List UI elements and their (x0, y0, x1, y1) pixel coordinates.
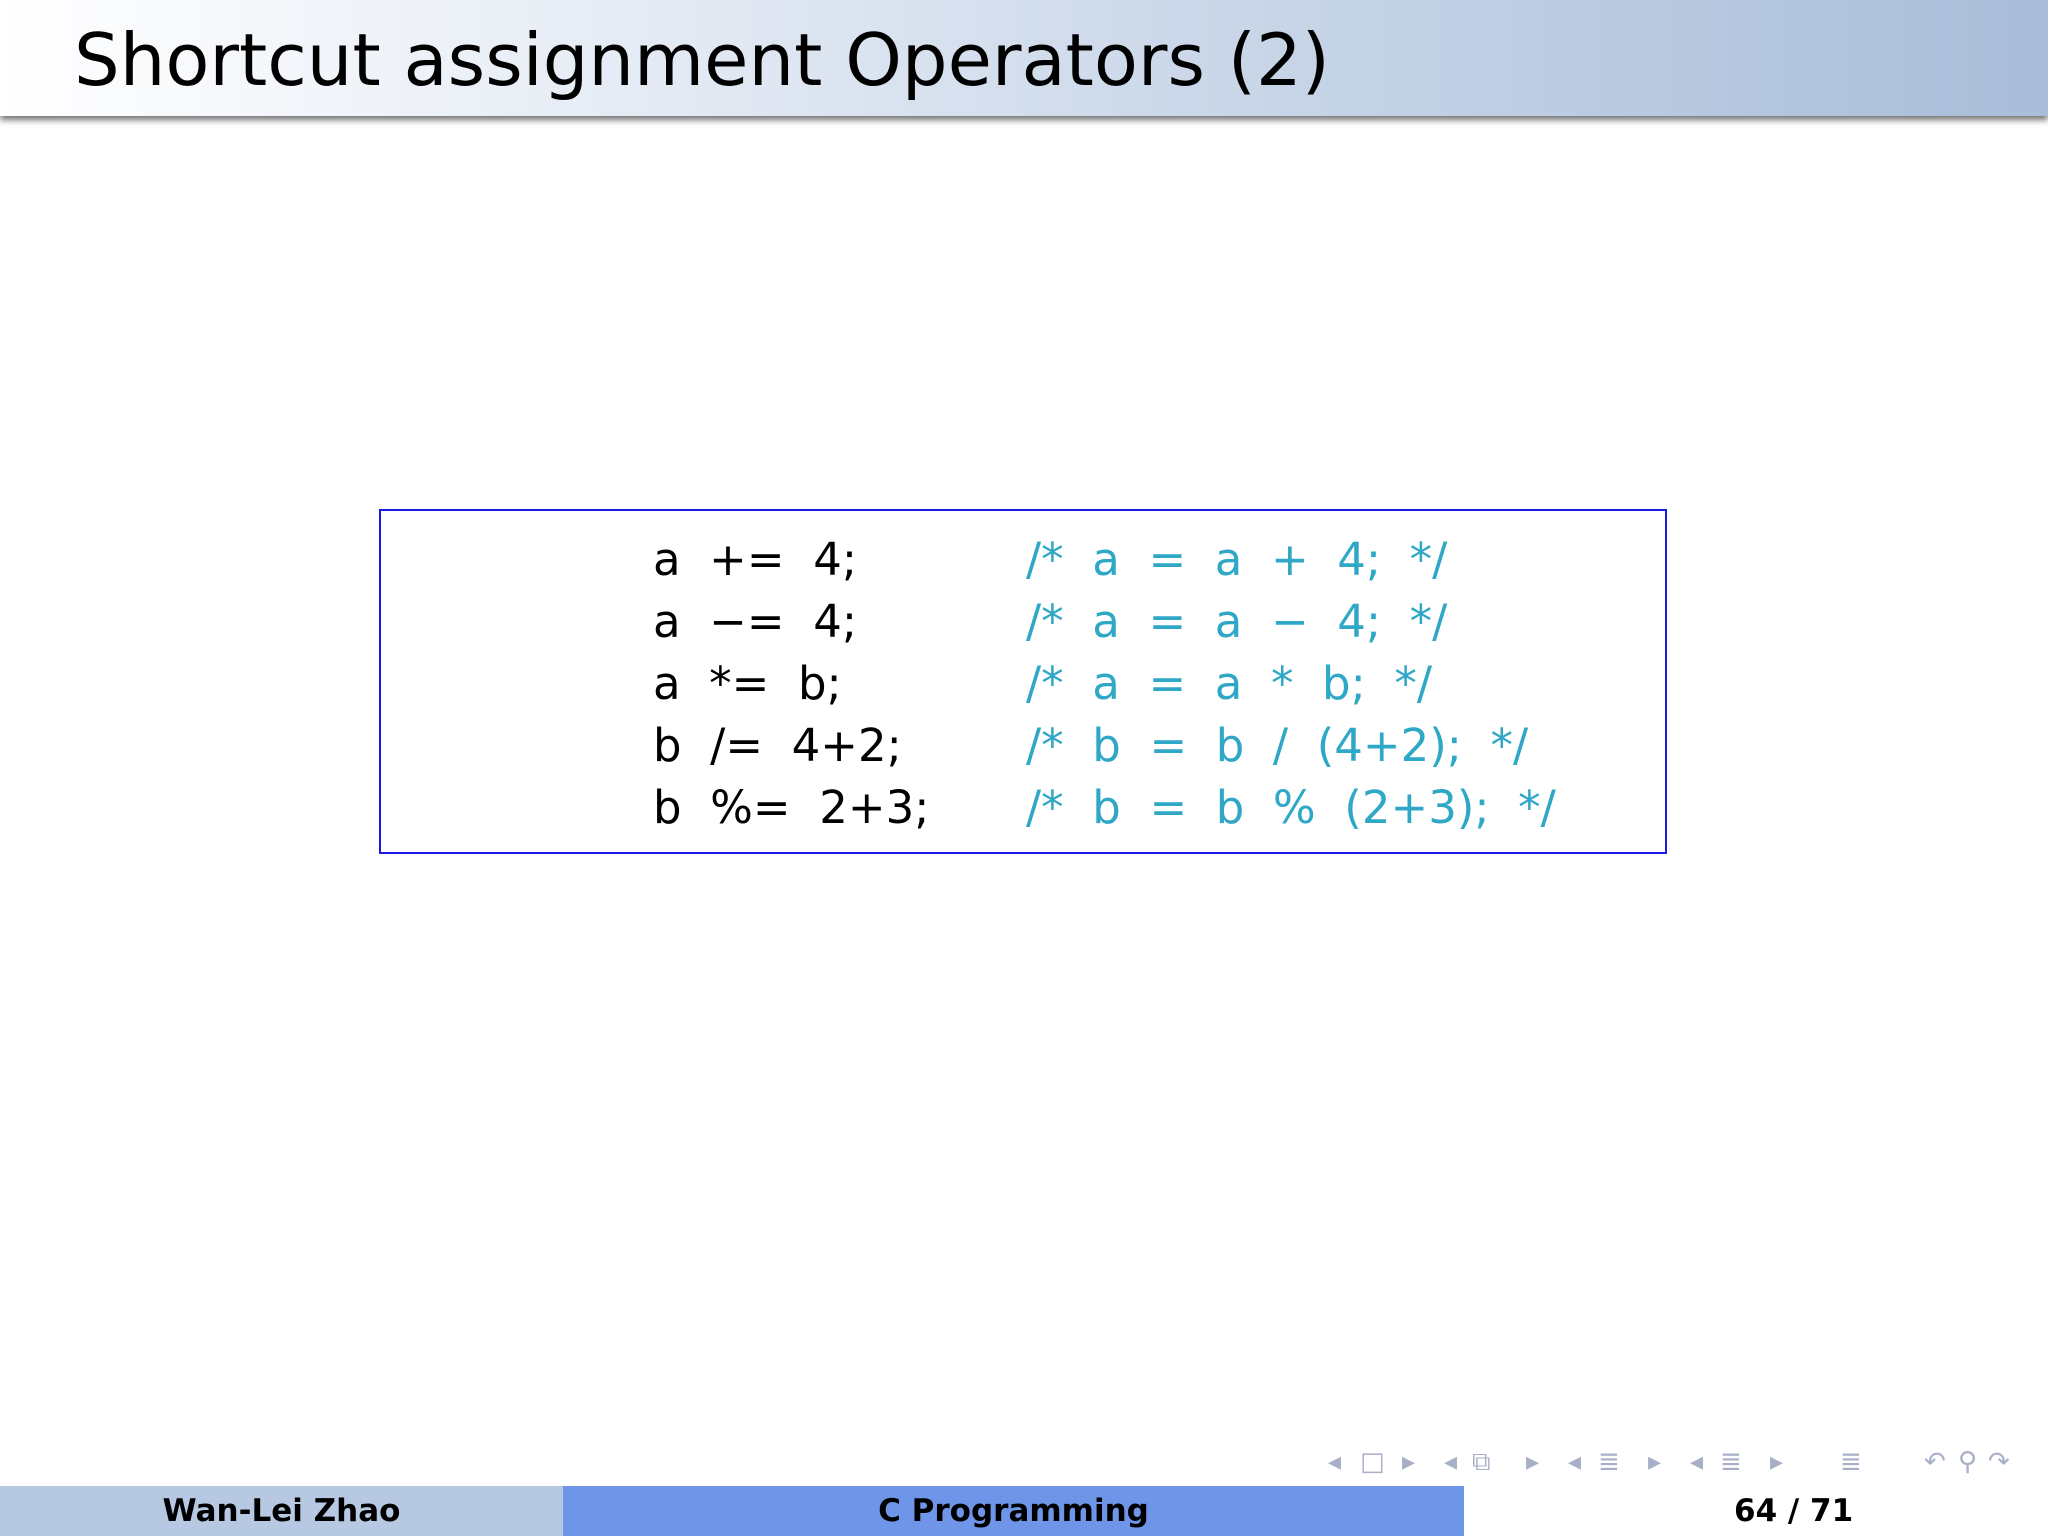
code-statement: a += 4; (653, 533, 857, 586)
arrow-right-icon[interactable]: ▸ (1526, 1442, 1539, 1482)
align-icon[interactable]: ≣ (1720, 1442, 1742, 1482)
footer-author: Wan-Lei Zhao (0, 1486, 563, 1536)
footer-page-area: 64 / 71 (1464, 1486, 2048, 1536)
arrow-right-icon[interactable]: ▸ (1648, 1442, 1661, 1482)
arrow-right-icon[interactable]: ▸ (1402, 1442, 1415, 1482)
code-comment: /* a = a − 4; */ (1026, 595, 1448, 648)
arrow-left-icon[interactable]: ◂ (1690, 1442, 1703, 1482)
frame-icon[interactable]: □ (1360, 1442, 1385, 1482)
code-statement: b /= 4+2; (653, 719, 902, 772)
code-line: a *= b; /* a = a * b; */ (381, 653, 1665, 715)
arrow-right-icon[interactable]: ▸ (1770, 1442, 1783, 1482)
code-line: b /= 4+2; /* b = b / (4+2); */ (381, 715, 1665, 777)
slide-header: Shortcut assignment Operators (2) (0, 0, 2048, 116)
code-comment: /* b = b % (2+3); */ (1026, 781, 1556, 834)
undo-icon[interactable]: ↶ (1924, 1442, 1946, 1482)
arrow-left-icon[interactable]: ◂ (1568, 1442, 1581, 1482)
page-number: 64 / 71 (1734, 1493, 1854, 1529)
code-line: b %= 2+3; /* b = b % (2+3); */ (381, 777, 1665, 839)
search-icon[interactable]: ⚲ (1958, 1442, 1977, 1482)
section-icon[interactable]: ≣ (1598, 1442, 1620, 1482)
slide-title: Shortcut assignment Operators (2) (74, 18, 1330, 102)
code-statement: a −= 4; (653, 595, 857, 648)
redo-icon[interactable]: ↷ (1988, 1442, 2010, 1482)
code-comment: /* a = a + 4; */ (1026, 533, 1448, 586)
slide-footer: Wan-Lei Zhao C Programming 64 / 71 (0, 1486, 2048, 1536)
code-comment: /* b = b / (4+2); */ (1026, 719, 1529, 772)
code-statement: b %= 2+3; (653, 781, 930, 834)
arrow-left-icon[interactable]: ◂ (1444, 1442, 1457, 1482)
code-line: a += 4; /* a = a + 4; */ (381, 529, 1665, 591)
code-comment: /* a = a * b; */ (1026, 657, 1433, 710)
code-statement: a *= b; (653, 657, 842, 710)
code-block: a += 4; /* a = a + 4; */ a −= 4; /* a = … (379, 509, 1667, 854)
code-line: a −= 4; /* a = a − 4; */ (381, 591, 1665, 653)
subsection-icon[interactable]: ⧉ (1472, 1442, 1491, 1482)
align-icon[interactable]: ≣ (1840, 1442, 1862, 1482)
beamer-navigation: ◂ □ ▸ ◂ ⧉ ▸ ◂ ≣ ▸ ◂ ≣ ▸ ≣ ↶ ⚲ ↷ (1320, 1442, 2020, 1482)
footer-course: C Programming (563, 1486, 1464, 1536)
arrow-left-icon[interactable]: ◂ (1328, 1442, 1341, 1482)
